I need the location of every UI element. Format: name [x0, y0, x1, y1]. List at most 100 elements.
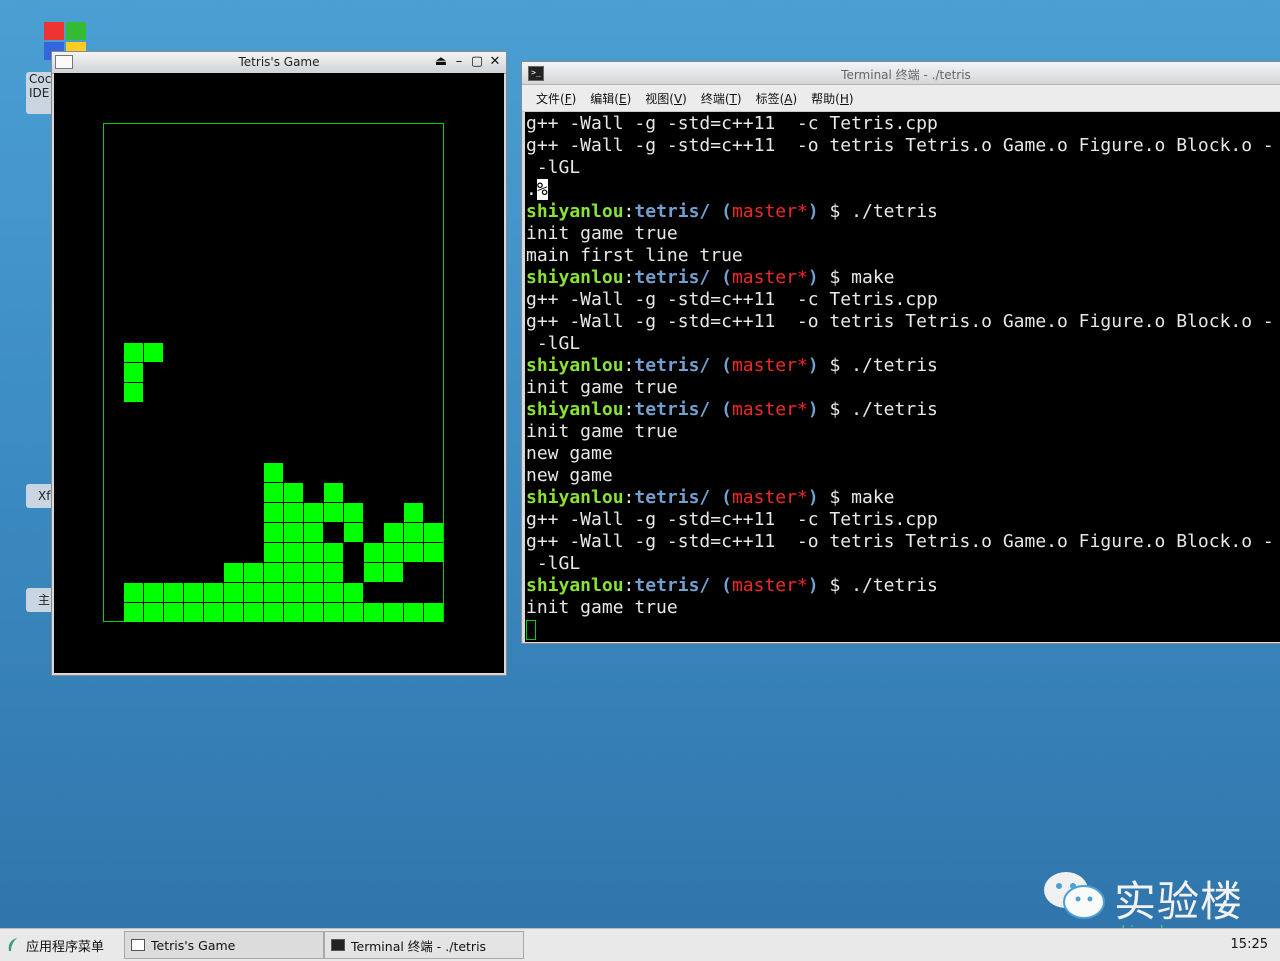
- taskbar-item-label: Terminal 终端 - ./tetris: [351, 938, 487, 954]
- prompt-paren: (: [721, 201, 732, 222]
- terminal-line: g++ -Wall -g -std=c++11 -c Tetris.cpp: [526, 509, 938, 530]
- stacked-block: [224, 603, 243, 622]
- taskbar-item-label: Tetris's Game: [151, 937, 236, 953]
- menu-item[interactable]: 视图(V): [645, 90, 687, 107]
- clock: 15:25: [1230, 937, 1268, 952]
- command-text: ./tetris: [851, 399, 938, 420]
- applications-menu-label: 应用程序菜单: [26, 939, 105, 955]
- terminal-line: init game true: [526, 223, 678, 244]
- prompt-sep: :: [623, 201, 635, 222]
- output-text: .: [526, 179, 537, 200]
- prompt-dir: tetris/: [634, 201, 711, 222]
- stacked-block: [324, 503, 343, 522]
- prompt-paren: (: [721, 355, 732, 376]
- prompt-dollar: $: [829, 355, 841, 376]
- terminal-line: g++ -Wall -g -std=c++11 -c Tetris.cpp: [526, 113, 938, 134]
- stacked-block: [324, 543, 343, 562]
- prompt-sep: :: [623, 355, 635, 376]
- taskbar-item-terminal[interactable]: Terminal 终端 - ./tetris: [324, 931, 524, 959]
- stacked-block: [264, 463, 283, 482]
- stacked-block: [364, 543, 383, 562]
- stacked-block: [324, 583, 343, 602]
- stacked-block: [264, 523, 283, 542]
- terminal-window[interactable]: >_ Terminal 终端 - ./tetris 文件(F) 编辑(E) 视图(V…: [521, 61, 1280, 644]
- stacked-block: [164, 583, 183, 602]
- stacked-block: [284, 503, 303, 522]
- no-newline-mark: %: [536, 179, 548, 200]
- terminal-output[interactable]: g++ -Wall -g -std=c++11 -c Tetris.cpp g++…: [525, 112, 1280, 642]
- maximize-button[interactable]: ▢: [470, 54, 484, 70]
- prompt-paren: (: [721, 575, 732, 596]
- prompt-branch: master*: [731, 399, 808, 420]
- prompt-sep: :: [623, 575, 635, 596]
- menu-item[interactable]: 文件(F): [536, 90, 576, 107]
- terminal-line: new game: [526, 465, 613, 486]
- desktop-icon-label: Xf: [38, 489, 51, 503]
- taskbar-item-tetris[interactable]: Tetris's Game: [124, 931, 324, 959]
- prompt-user: shiyanlou: [526, 267, 624, 288]
- prompt-dollar: $: [829, 399, 841, 420]
- shade-button[interactable]: ⏏: [434, 54, 448, 70]
- leaf-icon: [8, 938, 17, 951]
- stacked-block: [344, 523, 363, 542]
- stacked-block: [344, 583, 363, 602]
- stacked-block: [284, 563, 303, 582]
- stacked-block: [324, 563, 343, 582]
- applications-menu-button[interactable]: 应用程序菜单: [6, 929, 104, 961]
- terminal-line: shiyanlou:tetris/ (master*) $ ./tetris: [526, 575, 1280, 597]
- terminal-line: shiyanlou:tetris/ (master*) $ make: [526, 267, 1280, 289]
- stacked-block: [324, 483, 343, 502]
- stacked-block: [264, 543, 283, 562]
- stacked-block: [304, 543, 323, 562]
- prompt-paren: ): [807, 575, 819, 596]
- close-button[interactable]: ✕: [488, 54, 502, 70]
- prompt-sep: :: [623, 399, 635, 420]
- stacked-block: [284, 543, 303, 562]
- stacked-block: [144, 603, 163, 622]
- falling-block: [124, 383, 143, 402]
- stacked-block: [264, 603, 283, 622]
- title-bar[interactable]: >_ Terminal 终端 - ./tetris: [522, 62, 1280, 85]
- window-title: Terminal 终端 - ./tetris: [841, 68, 971, 82]
- menu-item[interactable]: 标签(A): [756, 90, 798, 107]
- stacked-block: [364, 603, 383, 622]
- stacked-block: [264, 583, 283, 602]
- stacked-block: [244, 603, 263, 622]
- stacked-block: [384, 523, 403, 542]
- menu-item[interactable]: 终端(T): [701, 90, 742, 107]
- stacked-block: [404, 503, 423, 522]
- prompt-sep: :: [623, 487, 635, 508]
- prompt-branch: master*: [731, 487, 808, 508]
- terminal-line: main first line true: [526, 245, 743, 266]
- prompt-dir: tetris/: [634, 399, 711, 420]
- prompt-dollar: $: [829, 575, 841, 596]
- menu-item[interactable]: 帮助(H): [811, 90, 853, 107]
- wechat-icon: [1044, 872, 1105, 919]
- stacked-block: [324, 603, 343, 622]
- stacked-block: [424, 603, 443, 622]
- menu-item[interactable]: 编辑(E): [590, 90, 631, 107]
- terminal-line: g++ -Wall -g -std=c++11 -c Tetris.cpp: [526, 289, 938, 310]
- prompt-user: shiyanlou: [526, 575, 624, 596]
- stacked-block: [384, 603, 403, 622]
- command-text: ./tetris: [851, 201, 938, 222]
- stacked-block: [204, 583, 223, 602]
- stacked-block: [284, 483, 303, 502]
- terminal-line: g++ -Wall -g -std=c++11 -o tetris Tetris…: [526, 311, 1274, 332]
- minimize-button[interactable]: –: [452, 54, 466, 70]
- terminal-line: init game true: [526, 377, 678, 398]
- terminal-line: -lGL: [526, 157, 581, 178]
- stacked-block: [244, 583, 263, 602]
- title-bar[interactable]: Tetris's Game ⏏ – ▢ ✕: [52, 52, 506, 74]
- prompt-dollar: $: [829, 267, 841, 288]
- stacked-block: [424, 523, 443, 542]
- stacked-block: [304, 603, 323, 622]
- prompt-branch: master*: [731, 201, 808, 222]
- stacked-block: [424, 543, 443, 562]
- stacked-block: [404, 523, 423, 542]
- stacked-block: [304, 563, 323, 582]
- stacked-block: [404, 543, 423, 562]
- terminal-line: new game: [526, 443, 613, 464]
- stacked-block: [124, 583, 143, 602]
- taskbar: 应用程序菜单 Tetris's Game Terminal 终端 - ./tet…: [0, 928, 1280, 961]
